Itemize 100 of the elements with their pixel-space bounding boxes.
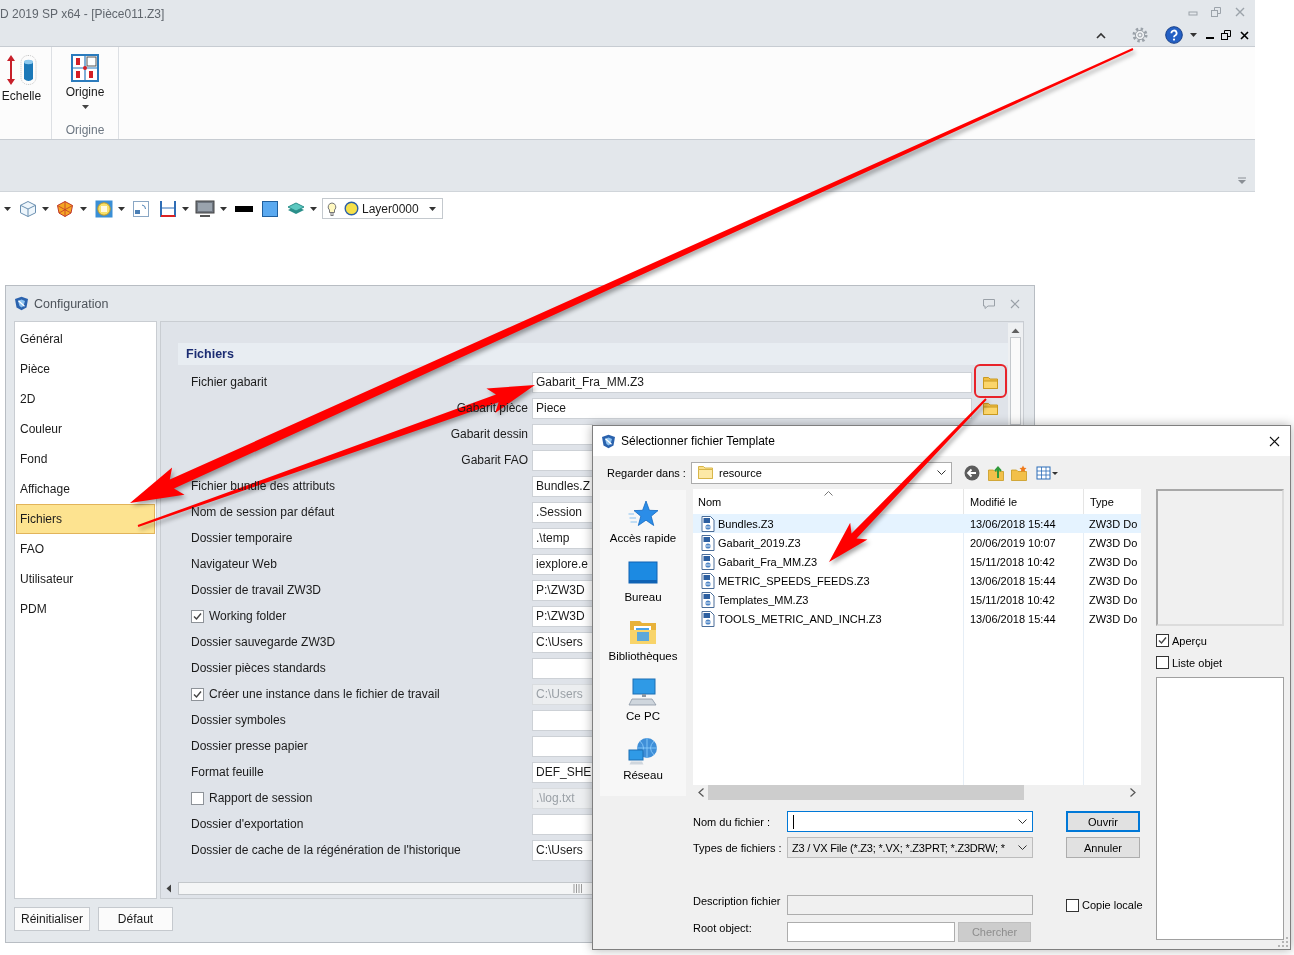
input-field[interactable]: P:\ZW3D bbox=[532, 579, 593, 601]
document-icon bbox=[701, 515, 715, 532]
caret-icon[interactable] bbox=[310, 206, 317, 211]
column-header[interactable]: Type bbox=[1084, 489, 1141, 514]
category-item[interactable]: PDM bbox=[16, 594, 51, 624]
close-icon[interactable] bbox=[1269, 435, 1280, 447]
category-item[interactable]: FAO bbox=[16, 534, 48, 564]
monitor-icon[interactable] bbox=[195, 199, 215, 218]
ribbon-button[interactable]: Echelle bbox=[1, 54, 42, 104]
place-item[interactable]: Réseau bbox=[600, 736, 686, 796]
help-icon[interactable] bbox=[1165, 26, 1183, 44]
circle-icon[interactable] bbox=[95, 199, 113, 218]
dropdown-icon[interactable] bbox=[1237, 177, 1247, 185]
category-item[interactable]: Général bbox=[16, 324, 67, 354]
category-item[interactable]: Fichiers bbox=[16, 504, 155, 534]
file-name-field[interactable] bbox=[787, 811, 1033, 832]
input-field[interactable] bbox=[532, 735, 593, 757]
file-row[interactable]: Gabarit_Fra_MM.Z3 15/11/2018 10:42 ZW3D Do bbox=[693, 552, 1141, 571]
back-icon[interactable] bbox=[964, 464, 980, 481]
line-weight-icon[interactable] bbox=[235, 205, 253, 212]
checkbox[interactable] bbox=[1156, 656, 1169, 669]
field-label: Dossier de cache de la régénération de l'historique bbox=[191, 843, 461, 857]
grid-icon bbox=[71, 54, 99, 82]
file-type-dropdown[interactable]: Z3 / VX File (*.Z3; *.VX; *.Z3PRT; *.Z3DRW; * bbox=[787, 837, 1033, 858]
category-item[interactable]: Couleur bbox=[16, 414, 67, 444]
category-item[interactable]: Affichage bbox=[16, 474, 74, 504]
field-label: Dossier d'exportation bbox=[191, 817, 304, 831]
checkbox[interactable] bbox=[1156, 634, 1169, 647]
default-button[interactable]: Défaut bbox=[98, 907, 173, 931]
input-field[interactable]: C:\Users bbox=[532, 631, 593, 653]
dimension-icon[interactable] bbox=[159, 199, 177, 218]
scrollbar-thumb[interactable] bbox=[708, 785, 1024, 800]
cancel-button[interactable]: Annuler bbox=[1066, 837, 1140, 858]
place-item[interactable]: Accès rapide bbox=[600, 500, 686, 560]
input-field[interactable] bbox=[532, 657, 593, 679]
place-item[interactable]: Bureau bbox=[600, 559, 686, 619]
frame-icon[interactable] bbox=[132, 199, 150, 218]
layer-dropdown[interactable]: Layer0000 bbox=[322, 198, 443, 219]
caret-icon[interactable] bbox=[182, 206, 189, 211]
input-field[interactable]: iexplore.e bbox=[532, 553, 593, 575]
caret-icon[interactable] bbox=[42, 206, 49, 211]
field-label: Nom du fichier : bbox=[693, 815, 772, 828]
file-row[interactable]: METRIC_SPEEDS_FEEDS.Z3 13/06/2018 15:44 ZW3D Do bbox=[693, 571, 1141, 590]
input-field[interactable]: .\temp bbox=[532, 527, 593, 549]
settings-icon[interactable] bbox=[1132, 27, 1148, 43]
chevron-down-icon bbox=[1018, 845, 1027, 850]
layers-icon[interactable] bbox=[287, 200, 305, 217]
resize-grip-icon[interactable] bbox=[1278, 937, 1288, 947]
window-title: D 2019 SP x64 - [Pièce011.Z3] bbox=[0, 6, 165, 21]
ribbon-button[interactable]: Origine bbox=[65, 54, 105, 109]
color-swatch-icon[interactable] bbox=[262, 200, 278, 217]
input-field[interactable] bbox=[532, 813, 593, 835]
view-menu-icon[interactable] bbox=[1036, 464, 1058, 481]
polygon-icon[interactable] bbox=[56, 199, 74, 218]
input-field[interactable]: DEF_SHE bbox=[532, 761, 593, 783]
input-field[interactable] bbox=[532, 449, 593, 471]
input-field[interactable]: Bundles.Z bbox=[532, 475, 593, 497]
cube-icon[interactable] bbox=[19, 199, 37, 218]
file-row[interactable]: Templates_MM.Z3 15/11/2018 10:42 ZW3D Do bbox=[693, 590, 1141, 609]
place-item[interactable]: Bibliothèques bbox=[600, 618, 686, 678]
reset-button[interactable]: Réinitialiser bbox=[14, 907, 90, 931]
chevron-up-icon[interactable] bbox=[1096, 31, 1106, 39]
input-field[interactable]: .Session bbox=[532, 501, 593, 523]
input-field[interactable]: C:\Users bbox=[532, 839, 593, 861]
input-field[interactable] bbox=[787, 922, 955, 942]
caret-icon[interactable] bbox=[80, 206, 87, 211]
input-field[interactable] bbox=[532, 423, 593, 445]
file-row[interactable]: Bundles.Z3 13/06/2018 15:44 ZW3D Do bbox=[693, 514, 1141, 533]
new-folder-icon[interactable] bbox=[1011, 464, 1027, 481]
restore-icon[interactable] bbox=[1221, 30, 1231, 40]
place-item[interactable]: Ce PC bbox=[600, 677, 686, 737]
scroll-left-icon[interactable] bbox=[166, 884, 171, 893]
scroll-right-icon[interactable] bbox=[1130, 788, 1136, 797]
close-icon[interactable] bbox=[1240, 30, 1249, 40]
input-field[interactable]: Gabarit_Fra_MM.Z3 bbox=[532, 371, 972, 393]
checkbox[interactable] bbox=[191, 609, 204, 623]
caret-icon[interactable] bbox=[1190, 33, 1197, 37]
file-row[interactable]: TOOLS_METRIC_AND_INCH.Z3 13/06/2018 15:44 ZW3D Do bbox=[693, 609, 1141, 628]
caret-icon[interactable] bbox=[220, 206, 227, 211]
caret-icon[interactable] bbox=[118, 206, 125, 211]
input-field[interactable] bbox=[532, 709, 593, 731]
scrollbar-thumb[interactable] bbox=[1010, 337, 1021, 425]
scrollbar-thumb[interactable] bbox=[178, 882, 593, 895]
category-item[interactable]: Fond bbox=[16, 444, 52, 474]
checkbox[interactable] bbox=[1066, 898, 1079, 912]
up-folder-icon[interactable] bbox=[988, 464, 1004, 481]
file-row[interactable]: Gabarit_2019.Z3 20/06/2019 10:07 ZW3D Do bbox=[693, 533, 1141, 552]
date-cell-text: 13/06/2018 15:44 bbox=[969, 517, 1057, 530]
scroll-up-icon[interactable] bbox=[1011, 328, 1020, 333]
document-icon bbox=[701, 572, 715, 589]
category-item[interactable]: 2D bbox=[16, 384, 40, 414]
caret-icon[interactable] bbox=[4, 206, 11, 211]
folder-icon bbox=[698, 466, 713, 479]
category-item[interactable]: Utilisateur bbox=[16, 564, 78, 594]
input-field[interactable]: P:\ZW3D bbox=[532, 605, 593, 627]
input-field[interactable]: Piece bbox=[532, 397, 972, 419]
folder-dropdown[interactable]: resource bbox=[691, 461, 952, 484]
scroll-left-icon[interactable] bbox=[698, 788, 704, 797]
category-item[interactable]: Pièce bbox=[16, 354, 55, 384]
open-button[interactable]: Ouvrir bbox=[1066, 811, 1140, 832]
